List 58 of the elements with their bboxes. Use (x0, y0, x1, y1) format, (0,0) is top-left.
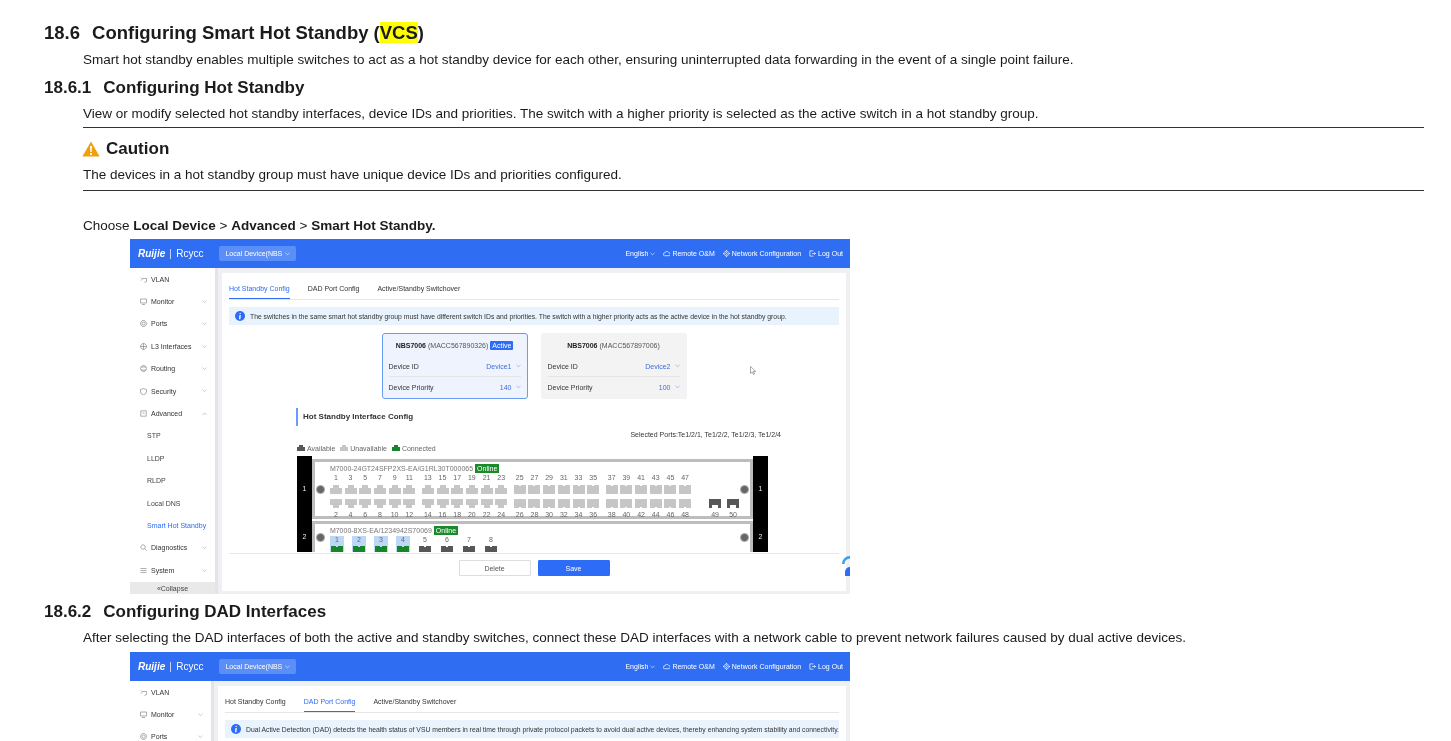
paragraph: View or modify selected hot standby interfaces, device IDs and priorities. The switch with a higher priority is selected as the active switch in a hot standby group. (83, 105, 1040, 123)
chevron-down-icon (202, 322, 207, 326)
globe-icon (140, 342, 147, 350)
caution-text: The devices in a hot standby group must have unique device IDs and priorities configured. (83, 166, 623, 184)
product-name: Rcycc (176, 248, 204, 259)
heading-number: 18.6 (44, 21, 80, 45)
link-icon (140, 275, 147, 283)
chevron-down-icon (285, 664, 291, 669)
heading-number: 18.6.2 (44, 601, 92, 623)
chevron-down-icon (198, 712, 203, 717)
chevron-down-icon (674, 364, 680, 368)
screw-icon (740, 484, 750, 494)
logout-icon[interactable] (809, 663, 817, 670)
heading-title: Configuring DAD Interfaces (103, 601, 327, 623)
shield-icon (140, 387, 147, 395)
product-name: Rcycc (176, 661, 204, 672)
magnifier-icon (140, 544, 147, 552)
signal-icon[interactable] (842, 554, 850, 576)
gear-icon[interactable] (722, 663, 730, 670)
chevron-down-icon (202, 367, 207, 371)
caution-title: Caution (106, 138, 170, 160)
heading-title: Configuring Hot Standby (103, 77, 305, 99)
sliders-icon (140, 566, 147, 574)
chevron-down-icon (202, 299, 207, 304)
chevron-down-icon (515, 364, 521, 368)
screw-icon (315, 484, 325, 494)
chevron-down-icon (202, 568, 207, 572)
brand-logo: Ruijie (138, 661, 166, 672)
chevron-down-icon (650, 251, 656, 256)
cloud-icon[interactable] (663, 663, 671, 670)
chevron-down-icon (202, 389, 207, 393)
section-title: Hot Standby Interface Config (296, 408, 414, 426)
chevron-up-icon (202, 411, 207, 416)
chevron-down-icon (650, 664, 656, 669)
brand-logo: Ruijie (138, 248, 166, 259)
gear-icon[interactable] (722, 250, 730, 257)
monitor-icon (140, 298, 147, 306)
warning-icon (82, 141, 100, 157)
paragraph: Choose Local Device > Advanced > Smart Hot Standby. (83, 217, 437, 235)
info-icon (231, 724, 241, 734)
cursor-icon (750, 366, 756, 375)
screw-icon (740, 533, 750, 542)
screw-icon (315, 533, 325, 542)
chevron-down-icon (198, 735, 203, 739)
logout-icon[interactable] (809, 250, 817, 257)
paragraph: After selecting the DAD interfaces of both the active and standby switches, connect these DAD interfaces with a network cable to prevent network failures caused by dual active devices. (83, 629, 1188, 647)
globe-icon (140, 365, 147, 373)
chevron-down-icon (674, 385, 680, 389)
chevron-down-icon (202, 546, 207, 550)
chevron-down-icon (202, 344, 207, 349)
chevron-down-icon (285, 251, 291, 256)
paragraph: Smart hot standby enables multiple switches to act as a hot standby device for each other, ensuring uninterrupted data forwarding in the event of a single point failure. (83, 51, 1075, 69)
link-icon (140, 688, 147, 696)
monitor-icon (140, 711, 147, 719)
heading-number: 18.6.1 (44, 77, 92, 99)
chevron-down-icon (515, 385, 521, 389)
info-icon (235, 311, 245, 321)
cloud-icon[interactable] (663, 250, 671, 257)
